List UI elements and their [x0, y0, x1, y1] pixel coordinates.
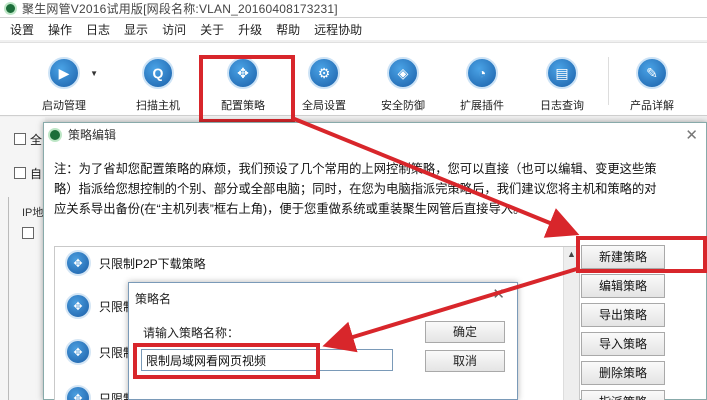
arrow-to-name-input [322, 266, 581, 353]
annotation-arrows [291, 116, 581, 353]
arrow-to-new-strategy [291, 116, 580, 238]
